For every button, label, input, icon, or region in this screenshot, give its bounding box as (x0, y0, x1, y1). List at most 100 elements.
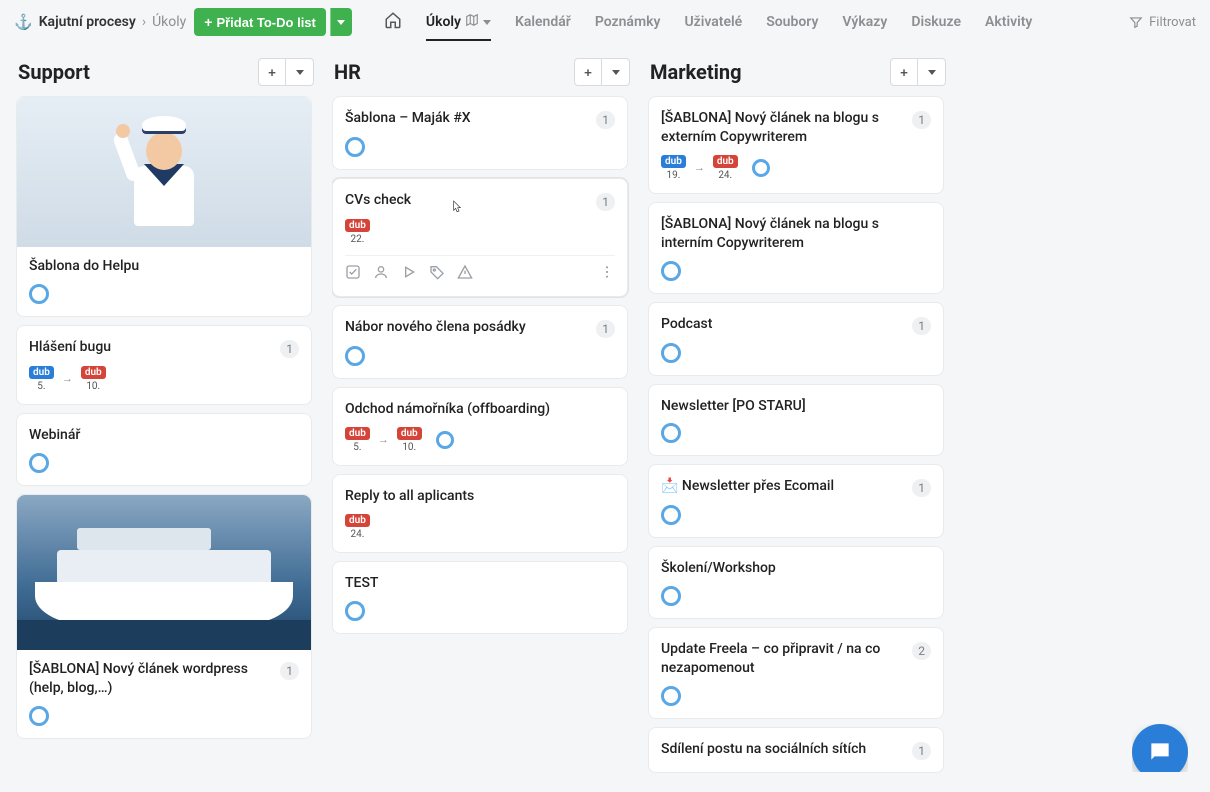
card-menu-icon[interactable] (599, 264, 615, 284)
status-ring-icon (752, 159, 770, 177)
add-todo-list-dropdown[interactable] (330, 8, 352, 36)
task-card[interactable]: Sdílení postu na sociálních sítích1 (648, 727, 944, 773)
nav-tab-files[interactable]: Soubory (766, 14, 818, 40)
card-title: Hlášení bugu (29, 338, 272, 357)
nav-tab-discussion[interactable]: Diskuze (911, 14, 961, 40)
date-day: 10. (402, 442, 416, 453)
card-count-badge: 1 (912, 479, 931, 497)
status-ring-icon (29, 706, 49, 726)
nav-tab-reports[interactable]: Výkazy (842, 14, 887, 40)
sailor-illustration (114, 112, 214, 232)
card-date-range: dub 19. → dub 24. (661, 155, 931, 181)
status-ring-icon (661, 343, 681, 363)
column-body: [ŠABLONA] Nový článek na blogu s externí… (648, 96, 948, 773)
task-card[interactable]: Šablona do Helpu (16, 96, 312, 317)
date-day: 5. (353, 442, 361, 453)
date-chip: dub 10. (81, 366, 106, 392)
date-month: dub (29, 366, 54, 379)
task-card[interactable]: Hlášení bugu 1 dub 5. → dub 10. (16, 325, 312, 405)
status-ring-icon (661, 686, 681, 706)
arrow-right-icon: → (378, 433, 389, 446)
card-count-badge: 1 (280, 662, 299, 680)
board-column: Support + Šablona do HelpuHlášení bugu 1 … (16, 52, 316, 776)
breadcrumb-project[interactable]: Kajutní procesy (39, 14, 136, 30)
column-header: Marketing + (648, 52, 948, 96)
task-card[interactable]: Update Freela – co připravit / na co nez… (648, 627, 944, 719)
column-add-button[interactable]: + (258, 58, 286, 86)
task-card[interactable]: CVs check1 dub 22. (332, 178, 628, 297)
card-title: Nábor nového člena posádky (345, 318, 588, 337)
date-chip: dub 19. (661, 155, 686, 181)
column-menu-button[interactable] (602, 58, 630, 86)
task-card[interactable]: Webinář (16, 413, 312, 486)
card-title: Webinář (29, 426, 299, 445)
play-icon[interactable] (401, 264, 417, 284)
card-date: dub 22. (345, 219, 370, 245)
board-column: HR + Šablona – Maják #X 1 CVs check1 dub 2… (332, 52, 632, 776)
column-title: HR (334, 60, 361, 84)
column-add-button[interactable]: + (574, 58, 602, 86)
date-month: dub (345, 427, 370, 440)
date-chip: dub 10. (397, 427, 422, 453)
card-title: Reply to all aplicants (345, 487, 615, 506)
card-title: Šablona – Maják #X (345, 109, 588, 128)
nav-tab-tasks[interactable]: Úkoly (426, 13, 491, 41)
column-title: Marketing (650, 60, 742, 84)
task-card[interactable]: [ŠABLONA] Nový článek na blogu s interní… (648, 202, 944, 294)
tag-icon[interactable] (429, 264, 445, 284)
breadcrumb-section[interactable]: Úkoly (152, 14, 186, 30)
warning-icon[interactable] (457, 264, 473, 284)
task-card[interactable]: Šablona – Maják #X 1 (332, 96, 628, 170)
chat-fab[interactable] (1132, 724, 1188, 780)
card-date-range: dub 5. → dub 10. (29, 366, 299, 392)
nav-tab-users[interactable]: Uživatelé (684, 14, 742, 40)
breadcrumb[interactable]: ⚓ Kajutní procesy › Úkoly (14, 13, 186, 31)
nav-tab-calendar[interactable]: Kalendář (515, 14, 571, 40)
date-chip: dub 5. (345, 427, 370, 453)
column-add-button[interactable]: + (890, 58, 918, 86)
column-header: Support + (16, 52, 316, 96)
nav-tab-notes[interactable]: Poznámky (595, 14, 661, 40)
status-ring-icon (345, 137, 365, 157)
date-day: 19. (666, 170, 680, 181)
home-icon[interactable] (384, 11, 402, 33)
anchor-icon: ⚓ (14, 13, 33, 31)
task-card[interactable]: Newsletter [PO STARU] (648, 384, 944, 457)
column-body: Šablona – Maják #X 1 CVs check1 dub 22. (332, 96, 632, 634)
task-card[interactable]: [ŠABLONA] Nový článek wordpress (help, b… (16, 494, 312, 739)
kanban-board: Support + Šablona do HelpuHlášení bugu 1 … (0, 44, 1210, 792)
task-card[interactable]: [ŠABLONA] Nový článek na blogu s externí… (648, 96, 944, 194)
card-count-badge: 1 (596, 111, 615, 129)
column-menu-button[interactable] (918, 58, 946, 86)
checkbox-icon[interactable] (345, 264, 361, 284)
task-card[interactable]: Školení/Workshop (648, 546, 944, 619)
nav-tab-activities[interactable]: Aktivity (985, 14, 1032, 40)
task-card[interactable]: Nábor nového člena posádky1 (332, 305, 628, 379)
person-icon[interactable] (373, 264, 389, 284)
filter-button[interactable]: Filtrovat (1129, 15, 1196, 30)
filter-label: Filtrovat (1149, 15, 1196, 30)
task-card[interactable]: Podcast1 (648, 302, 944, 376)
card-count-badge: 2 (912, 642, 931, 660)
task-card[interactable]: Odchod námořníka (offboarding) dub 5. → … (332, 387, 628, 466)
task-card[interactable]: Reply to all aplicants dub 24. (332, 474, 628, 553)
task-card[interactable]: TEST (332, 561, 628, 634)
date-chip: dub 22. (345, 219, 370, 245)
date-day: 22. (350, 234, 364, 245)
card-title: TEST (345, 574, 615, 593)
column-menu-button[interactable] (286, 58, 314, 86)
card-title: 📩 Newsletter přes Ecomail (661, 477, 904, 496)
status-ring-icon (29, 284, 49, 304)
date-chip: dub 24. (713, 155, 738, 181)
chevron-right-icon: › (142, 14, 146, 30)
add-todo-list-button[interactable]: + Přidat To-Do list (194, 8, 326, 36)
card-title: CVs check (345, 191, 588, 210)
plus-icon: + (204, 14, 212, 30)
card-date-range: dub 5. → dub 10. (345, 427, 615, 453)
card-title: Sdílení postu na sociálních sítích (661, 740, 904, 759)
column-title: Support (18, 60, 90, 84)
status-ring-icon (29, 453, 49, 473)
task-card[interactable]: 📩 Newsletter přes Ecomail 1 (648, 464, 944, 538)
card-count-badge: 1 (280, 340, 299, 358)
date-month: dub (81, 366, 106, 379)
